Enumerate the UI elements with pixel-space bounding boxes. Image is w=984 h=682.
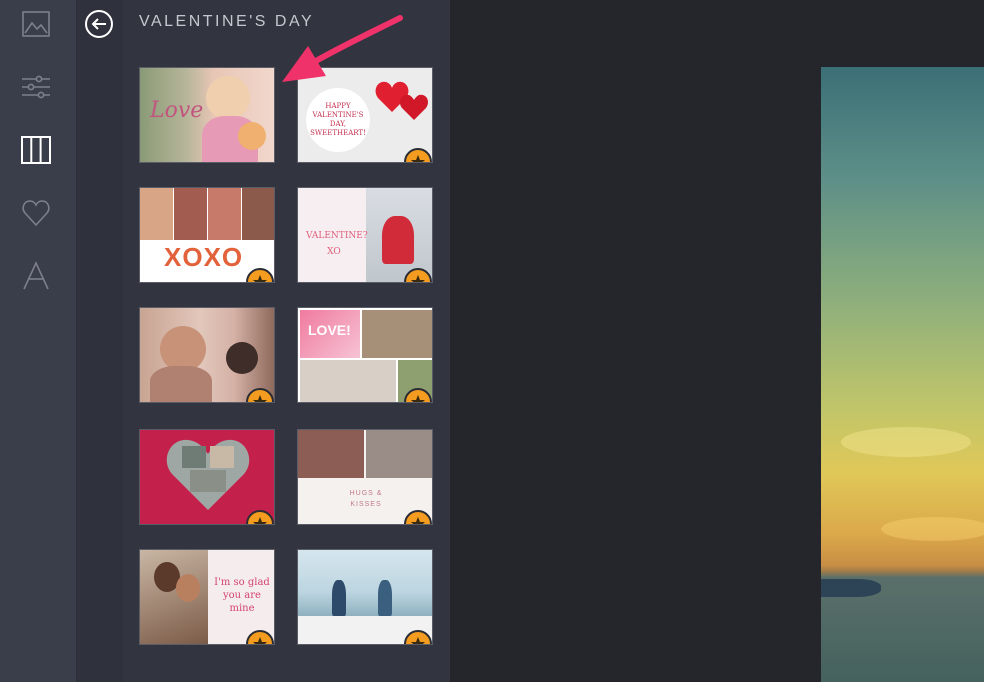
adjust-tool-button[interactable] [14,65,58,109]
photo-rocks [821,579,881,597]
thumb-photo [176,574,200,602]
thumb-text: I'm so glad you are mine [214,577,270,614]
annotation-arrow-icon [282,15,403,82]
star-icon [411,637,425,644]
star-icon [411,275,425,282]
template-glad-you-are-mine[interactable]: I'm so glad you are mine [139,549,275,645]
template-valentine-xo[interactable]: VALENTINE? XO [297,187,433,283]
template-xoxo-kids[interactable]: XOXO [139,187,275,283]
photo-cloud [881,517,984,541]
heart-photo-collage [166,439,250,510]
thumb-text: Love [150,98,204,123]
tool-rail [0,0,77,682]
premium-star-badge [246,388,274,402]
frames-icon [21,136,51,164]
star-icon [411,517,425,524]
stickers-tool-button[interactable] [14,191,58,235]
thumb-photo [208,188,241,240]
premium-star-badge [404,630,432,644]
star-icon [253,517,267,524]
thumb-photo [298,430,364,478]
template-couple-beach[interactable] [297,549,433,645]
back-arrow-icon [85,10,113,38]
text-icon [23,261,49,290]
thumb-photo [362,310,432,358]
template-love-girl-kitten[interactable]: Love [139,67,275,163]
template-hugs-kisses[interactable]: HUGS & KISSES [297,429,433,525]
canvas-photo[interactable] [821,67,984,682]
back-button[interactable] [84,9,114,39]
sliders-icon [22,75,50,99]
thumb-photo [174,188,207,240]
star-icon [253,275,267,282]
thumb-photo [378,580,392,616]
thumb-photo [332,580,346,616]
thumb-photo [300,360,396,402]
thumb-photo [366,430,432,478]
star-icon [411,155,425,162]
text-tool-button[interactable] [14,254,58,298]
thumb-text: VALENTINE? XO [306,231,368,257]
thumb-photo [150,366,212,402]
template-heart-collage[interactable] [139,429,275,525]
thumb-text: LOVE! [308,322,351,338]
image-tool-button[interactable] [14,2,58,46]
thumb-photo [242,188,274,240]
thumb-photo [238,122,266,150]
image-icon [22,11,50,37]
premium-star-badge [246,630,274,644]
photo-cloud [841,427,971,457]
premium-star-badge [246,268,274,282]
template-love-collage[interactable]: LOVE! [297,307,433,403]
thumb-photo [226,342,258,374]
sub-sidebar [77,0,123,682]
thumb-photo [140,188,173,240]
thumb-text: HAPPY VALENTINE'S DAY, SWEETHEART! [310,102,366,137]
heart-icon [22,200,50,227]
template-father-daughter[interactable] [139,307,275,403]
thumb-photo [206,76,250,120]
star-icon [253,637,267,644]
premium-star-badge [404,510,432,524]
frames-tool-button[interactable] [14,128,58,172]
premium-star-badge [246,510,274,524]
thumb-text: XOXO [164,242,244,272]
star-icon [411,395,425,402]
thumb-photo [382,216,414,264]
star-icon [253,395,267,402]
thumb-text: HUGS & KISSES [349,490,383,508]
premium-star-badge [404,148,432,162]
